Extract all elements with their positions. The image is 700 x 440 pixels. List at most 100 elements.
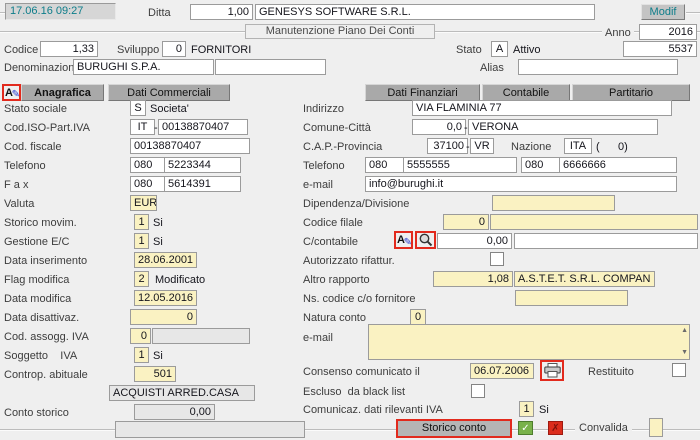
ditta-code-field[interactable]: 1,00: [190, 4, 253, 20]
timestamp: 17.06.16 09:27: [5, 3, 116, 20]
data-disattivaz-label: Data disattivaz.: [4, 312, 79, 324]
anno-field[interactable]: 2016: [639, 24, 697, 40]
sviluppo-field[interactable]: 0: [162, 41, 186, 57]
comunicaz-label: Comunicaz. dati rilevanti IVA: [303, 404, 443, 416]
valuta-label: Valuta: [4, 198, 34, 210]
data-disattivaz-field[interactable]: 0: [130, 309, 197, 325]
screen-title: Manutenzione Piano Dei Conti: [245, 24, 435, 39]
altro-rapporto-desc-field[interactable]: A.S.T.E.T. S.R.L. COMPAN: [514, 271, 655, 287]
check-icon: ✓: [521, 423, 529, 434]
stato-sociale-field[interactable]: S: [130, 100, 146, 116]
sviluppo-desc: FORNITORI: [191, 44, 251, 56]
tab-dati-finanziari[interactable]: Dati Finanziari: [365, 84, 480, 101]
controp-abituale-desc: ACQUISTI ARRED.CASA: [109, 385, 255, 401]
email-field[interactable]: info@burughi.it: [365, 176, 677, 192]
c-contabile-search-button[interactable]: [415, 231, 436, 249]
email2-textarea[interactable]: ▲ ▼: [368, 324, 690, 360]
telefono-number-field[interactable]: 5223344: [164, 157, 241, 173]
ns-codice-field[interactable]: [515, 290, 628, 306]
tab-dati-commerciali[interactable]: Dati Commerciali: [108, 84, 230, 101]
confirm-button[interactable]: ✓: [518, 421, 533, 435]
denominazione-label: Denominazione: [4, 62, 80, 74]
cod-fiscale-field[interactable]: 00138870407: [130, 138, 250, 154]
soggetto-iva-field[interactable]: 1: [134, 347, 149, 363]
alias-label: Alias: [480, 62, 504, 74]
comune-label: Comune-Città: [303, 122, 371, 134]
flag-modifica-label: Flag modifica: [4, 274, 69, 286]
ditta-name-field[interactable]: GENESYS SOFTWARE S.R.L.: [255, 4, 595, 20]
scroll-up-icon[interactable]: ▲: [681, 327, 688, 335]
stato-sociale-desc: Societa': [150, 103, 189, 115]
cap-label: C.A.P.-Provincia: [303, 141, 382, 153]
nazione-field[interactable]: ITA: [564, 138, 592, 154]
c-contabile-edit-button[interactable]: A ✎: [394, 231, 413, 249]
telefono2-label: Telefono: [303, 160, 345, 172]
cod-fiscale-label: Cod. fiscale: [4, 141, 61, 153]
anno-label: Anno: [602, 27, 634, 39]
denominazione-field[interactable]: BURUGHI S.P.A.: [73, 59, 214, 75]
consenso-label: Consenso comunicato il: [303, 366, 420, 378]
soggetto-iva-label: Soggetto IVA: [4, 350, 77, 362]
autorizzato-checkbox[interactable]: [490, 252, 504, 266]
stato-field[interactable]: A: [491, 41, 508, 57]
comune-field[interactable]: VERONA: [468, 119, 658, 135]
restituito-checkbox[interactable]: [672, 363, 686, 377]
c-contabile-desc-field[interactable]: [514, 233, 698, 249]
comunicaz-field[interactable]: 1: [519, 401, 534, 417]
telefono2-prefix2-field[interactable]: 080: [521, 157, 560, 173]
valuta-field[interactable]: EUR: [130, 195, 157, 211]
cod-iso-separator: -: [154, 122, 158, 134]
storico-conto-button[interactable]: Storico conto: [396, 419, 512, 438]
escluso-checkbox[interactable]: [471, 384, 485, 398]
gestione-ec-field[interactable]: 1: [134, 233, 149, 249]
telefono2-number2-field[interactable]: 6666666: [559, 157, 677, 173]
telefono2-prefix1-field[interactable]: 080: [365, 157, 404, 173]
scroll-down-icon[interactable]: ▼: [681, 349, 688, 357]
modif-button[interactable]: Modif: [641, 4, 685, 20]
altro-rapporto-code-field[interactable]: 1,08: [433, 271, 513, 287]
denominazione-extra-field[interactable]: [215, 59, 326, 75]
flag-modifica-field[interactable]: 2: [134, 271, 149, 287]
cap-field[interactable]: 37100: [427, 138, 468, 154]
conto-storico-extra: [115, 421, 305, 438]
cod-assogg-iva-field[interactable]: 0: [130, 328, 151, 344]
restituito-label: Restituito: [588, 366, 634, 378]
sviluppo-label: Sviluppo: [117, 44, 159, 56]
storico-movim-label: Storico movim.: [4, 217, 77, 229]
alias-field[interactable]: [518, 59, 678, 75]
convalida-field[interactable]: [649, 418, 663, 437]
cap-separator: -: [466, 141, 470, 153]
c-contabile-field[interactable]: 0,00: [437, 233, 512, 249]
cod-iso-country-field[interactable]: IT: [130, 119, 155, 135]
data-modifica-field[interactable]: 12.05.2016: [134, 290, 197, 306]
print-button[interactable]: [540, 360, 564, 381]
tab-anagrafica[interactable]: Anagrafica: [21, 84, 104, 101]
fax-number-field[interactable]: 5614391: [164, 176, 241, 192]
storico-movim-field[interactable]: 1: [134, 214, 149, 230]
natura-conto-field[interactable]: 0: [410, 309, 426, 325]
cod-iso-piva-field[interactable]: 00138870407: [158, 119, 248, 135]
codice-filale-desc-field[interactable]: [490, 214, 698, 230]
cancel-button[interactable]: ✗: [548, 421, 563, 435]
data-inserimento-field[interactable]: 28.06.2001: [134, 252, 197, 268]
consenso-date-field[interactable]: 06.07.2006: [470, 363, 534, 379]
telefono-prefix-field[interactable]: 080: [130, 157, 165, 173]
controp-abituale-field[interactable]: 501: [134, 366, 176, 382]
email2-label: e-mail: [303, 332, 333, 344]
cod-assogg-iva-label: Cod. assogg. IVA: [4, 331, 89, 343]
tab-partitario[interactable]: Partitario: [572, 84, 690, 101]
font-edit-button[interactable]: A ✎: [2, 84, 21, 101]
ns-codice-label: Ns. codice c/o fornitore: [303, 293, 416, 305]
dipendenza-field[interactable]: [492, 195, 615, 211]
codice-filale-code-field[interactable]: 0: [443, 214, 489, 230]
indirizzo-field[interactable]: VIA FLAMINIA 77: [412, 100, 672, 116]
fax-prefix-field[interactable]: 080: [130, 176, 165, 192]
telefono2-number1-field[interactable]: 5555555: [403, 157, 517, 173]
provincia-field[interactable]: VR: [470, 138, 494, 154]
conto-storico-label: Conto storico: [4, 407, 69, 419]
comune-code-field[interactable]: 0,0: [412, 119, 466, 135]
tab-contabile[interactable]: Contabile: [482, 84, 570, 101]
codice-field[interactable]: 1,33: [40, 41, 98, 57]
soggetto-iva-desc: Si: [153, 350, 163, 362]
app-window: 17.06.16 09:27 Ditta 1,00 GENESYS SOFTWA…: [0, 0, 700, 440]
